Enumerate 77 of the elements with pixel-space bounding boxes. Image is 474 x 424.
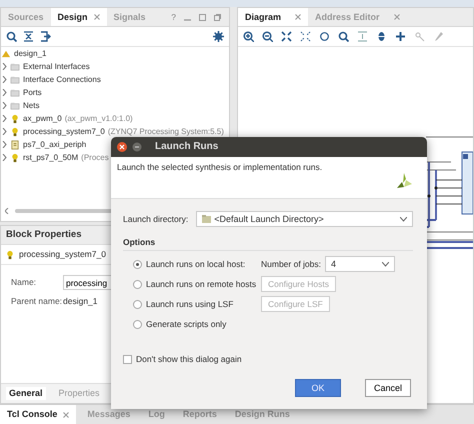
expand-icon[interactable]	[2, 154, 7, 161]
tree-item[interactable]: ax_pwm_0	[23, 114, 62, 124]
caret-icon	[400, 216, 407, 222]
ip-block-icon	[10, 152, 20, 162]
caret-icon	[382, 262, 389, 267]
tree-item[interactable]: design_1	[14, 48, 46, 58]
tree-item[interactable]: Nets	[23, 100, 40, 110]
expand-icon[interactable]	[2, 89, 7, 96]
circle-icon[interactable]	[319, 31, 330, 42]
ip-block-icon	[10, 114, 20, 124]
radio-label[interactable]: Generate scripts only	[146, 319, 226, 330]
align-icon[interactable]	[357, 31, 368, 42]
checkbox-label[interactable]: Don't show this dialog again	[136, 354, 242, 364]
tree-item-detail: (ax_pwm_v1.0:1.0)	[64, 114, 133, 124]
tree-item[interactable]: ps7_0_axi_periph	[23, 140, 86, 150]
close-icon[interactable]	[117, 142, 127, 152]
ip-block-icon	[10, 126, 20, 136]
tree-item[interactable]: Interface Connections	[23, 74, 101, 84]
dialog-description: Launch the selected synthesis or implementation runs.	[117, 162, 322, 174]
section-title: Options	[123, 237, 156, 247]
checkbox[interactable]	[123, 354, 132, 364]
expand-icon[interactable]	[2, 63, 7, 70]
collapse-all-icon[interactable]	[23, 31, 34, 42]
panel-tab[interactable]: Design	[50, 8, 107, 26]
expand-icon[interactable]	[2, 76, 7, 83]
radio-button[interactable]	[133, 300, 142, 309]
ip-block-icon	[5, 250, 15, 260]
radio-button[interactable]	[133, 320, 142, 329]
logo-icon	[395, 172, 413, 190]
tree-item[interactable]: Ports	[23, 88, 42, 98]
add-icon[interactable]	[395, 31, 406, 42]
radio-button[interactable]	[133, 280, 142, 289]
folder-icon	[10, 100, 20, 110]
zoom-in-icon[interactable]	[243, 31, 254, 42]
field-label: Launch directory:	[123, 214, 188, 224]
fit-icon[interactable]	[281, 31, 292, 42]
field-label: Name:	[11, 277, 38, 288]
settings-icon[interactable]	[213, 31, 224, 42]
radio-label[interactable]: Launch runs on remote hosts	[146, 279, 256, 290]
field-label: Parent name:	[11, 296, 63, 307]
cancel-button[interactable]: Cancel	[365, 379, 411, 397]
tree-item[interactable]: rst_ps7_0_50M	[23, 152, 78, 162]
zoom-out-icon[interactable]	[262, 31, 273, 42]
expand-icon[interactable]	[2, 115, 7, 122]
search-icon[interactable]	[6, 31, 17, 42]
design-icon	[1, 48, 11, 58]
hierarchy-icon	[10, 140, 20, 150]
field-value: design_1	[63, 296, 98, 307]
maximize-icon[interactable]	[199, 14, 206, 20]
minimize-icon[interactable]	[132, 142, 142, 152]
folder-icon	[202, 215, 212, 223]
expand-icon[interactable]	[2, 128, 7, 135]
object-name: processing_system7_0	[19, 249, 106, 260]
expand-all-icon[interactable]	[40, 31, 51, 42]
folder-icon	[10, 62, 20, 72]
expand-icon[interactable]	[2, 141, 7, 148]
expand-icon[interactable]	[2, 102, 7, 109]
panel-tab[interactable]: General	[6, 387, 46, 400]
panel-tab[interactable]: Diagram	[238, 8, 308, 26]
folder-icon	[10, 74, 20, 84]
directory-dropdown[interactable]: <Default Launch Directory>	[196, 211, 413, 227]
field-label: Number of jobs:	[261, 259, 321, 270]
radio-label[interactable]: Launch runs on local host:	[146, 259, 246, 270]
tree-item-detail: (ZYNQ7 Processing System:5.5)	[108, 126, 224, 136]
fit-selection-icon[interactable]	[300, 31, 311, 42]
tree-item[interactable]: processing_system7_0	[23, 126, 105, 136]
dialog-title: Launch Runs	[155, 141, 218, 153]
panel-tab[interactable]: Tcl Console	[0, 405, 76, 424]
radio-button[interactable]	[133, 260, 142, 269]
scroll-left-icon[interactable]	[5, 208, 9, 214]
search-icon[interactable]	[338, 31, 349, 42]
radio-label[interactable]: Launch runs using LSF	[146, 299, 234, 310]
jobs-dropdown[interactable]: 4	[325, 256, 395, 272]
folder-icon	[10, 88, 20, 98]
restore-icon[interactable]	[214, 14, 221, 20]
tree-item-detail: (Proces	[81, 152, 109, 162]
tree-item[interactable]: External Interfaces	[23, 62, 90, 72]
